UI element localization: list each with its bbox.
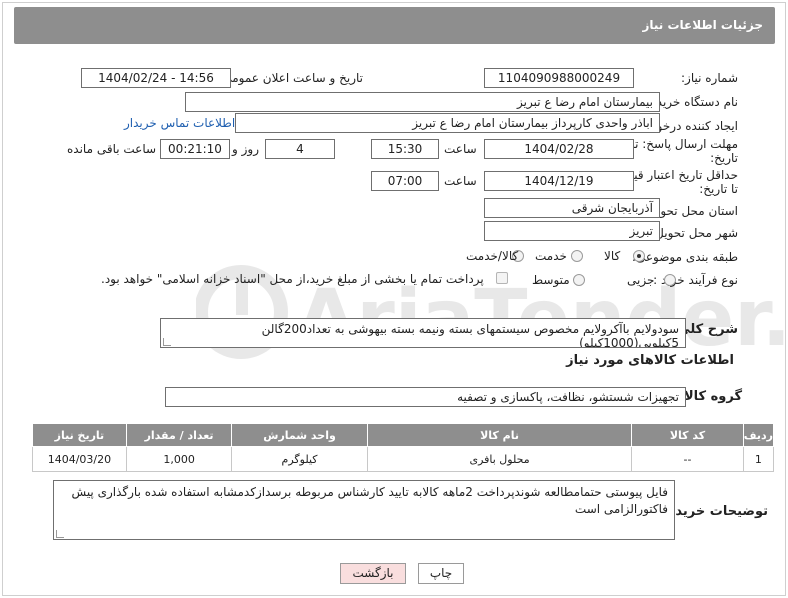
- remaining-label: ساعت باقی مانده: [67, 142, 157, 156]
- validity-date-field: 1404/12/19: [484, 171, 634, 191]
- goods-table: تاریخ نیاز تعداد / مقدار واحد شمارش نام …: [32, 423, 775, 472]
- category-option-goods-service: کالا/خدمت: [466, 249, 519, 263]
- goods-group-field: تجهیزات شستشو، نظافت، پاکسازی و تصفیه: [165, 387, 686, 407]
- cell-unit: کیلوگرم: [231, 446, 368, 472]
- goods-group-label: گروه کالا:: [678, 389, 742, 404]
- category-radio-service[interactable]: [571, 250, 583, 262]
- need-number-label: شماره نیاز:: [681, 71, 738, 85]
- goods-table-header-row: تاریخ نیاز تعداد / مقدار واحد شمارش نام …: [32, 423, 775, 447]
- buyer-org-field: بیمارستان امام رضا ع تبریز: [185, 92, 660, 112]
- goods-info-title: اطلاعات کالاهای مورد نیاز: [566, 353, 734, 368]
- page-title: جزئیات اطلاعات نیاز: [642, 18, 763, 32]
- cell-row: 1: [742, 446, 775, 472]
- announce-datetime-label: تاریخ و ساعت اعلان عمومی:: [218, 71, 363, 85]
- reply-days-field: 4: [265, 139, 335, 159]
- cell-item-code: --: [631, 446, 744, 472]
- validity-time-field: 07:00: [371, 171, 439, 191]
- category-radio-goods[interactable]: [633, 250, 645, 262]
- buyer-notes-textarea: فایل پیوستی حتمامطالعه شوندپرداخت 2ماهه …: [53, 480, 675, 540]
- treasury-payment-checkbox[interactable]: [496, 272, 508, 284]
- reply-deadline-label-2: تاریخ:: [710, 151, 738, 165]
- validity-hour-label: ساعت: [444, 174, 477, 188]
- cell-item-name: محلول بافری: [366, 446, 633, 472]
- announce-datetime-field: 1404/02/24 - 14:56: [81, 68, 231, 88]
- resize-handle[interactable]: [56, 530, 64, 538]
- reply-date-field: 1404/02/28: [484, 139, 634, 159]
- day-and-label: روز و: [232, 142, 259, 156]
- page-header: جزئیات اطلاعات نیاز: [14, 7, 775, 44]
- reply-time-field: 15:30: [371, 139, 439, 159]
- treasury-payment-note: پرداخت تمام یا بخشی از مبلغ خرید،از محل …: [101, 272, 484, 286]
- col-need-date: تاریخ نیاز: [32, 423, 127, 447]
- description-text: سودولایم باآکرولایم مخصوص سیستمهای بسته …: [261, 322, 679, 348]
- delivery-city-label: شهر محل تحویل:: [651, 226, 738, 240]
- requester-field: اباذر واحدی کارپرداز بیمارستان امام رضا …: [235, 113, 660, 133]
- description-textarea: سودولایم باآکرولایم مخصوص سیستمهای بسته …: [160, 318, 686, 348]
- process-radio-minor[interactable]: [664, 274, 676, 286]
- price-validity-label-2: تا تاریخ:: [699, 182, 738, 196]
- buyer-contact-link[interactable]: اطلاعات تماس خریدار: [124, 116, 235, 130]
- table-row: 1404/03/20 1,000 کیلوگرم محلول بافری -- …: [32, 446, 775, 472]
- col-item-name: نام کالا: [366, 423, 633, 447]
- process-option-minor: جزیی: [627, 273, 655, 287]
- print-button[interactable]: چاپ: [418, 563, 464, 584]
- process-option-medium: متوسط: [532, 273, 570, 287]
- category-option-goods: کالا: [604, 249, 621, 263]
- reply-deadline-label: مهلت ارسال پاسخ: تا: [631, 137, 738, 151]
- cell-quantity: 1,000: [125, 446, 233, 472]
- delivery-province-field: آذربایجان شرقی: [484, 198, 660, 218]
- remaining-time-field: 00:21:10: [160, 139, 230, 159]
- cell-need-date: 1404/03/20: [32, 446, 127, 472]
- reply-hour-label: ساعت: [444, 142, 477, 156]
- need-number-field: 1104090988000249: [484, 68, 634, 88]
- delivery-city-field: تبریز: [484, 221, 660, 241]
- col-quantity: تعداد / مقدار: [125, 423, 233, 447]
- category-label: طبقه بندی موضوعی:: [631, 250, 738, 264]
- col-item-code: کد کالا: [631, 423, 744, 447]
- col-row: ردیف: [742, 423, 775, 447]
- process-radio-medium[interactable]: [573, 274, 585, 286]
- buyer-notes-text: فایل پیوستی حتمامطالعه شوندپرداخت 2ماهه …: [71, 485, 668, 516]
- back-button[interactable]: بازگشت: [340, 563, 406, 584]
- category-option-service: خدمت: [535, 249, 567, 263]
- resize-handle[interactable]: [163, 338, 171, 346]
- col-unit: واحد شمارش: [231, 423, 368, 447]
